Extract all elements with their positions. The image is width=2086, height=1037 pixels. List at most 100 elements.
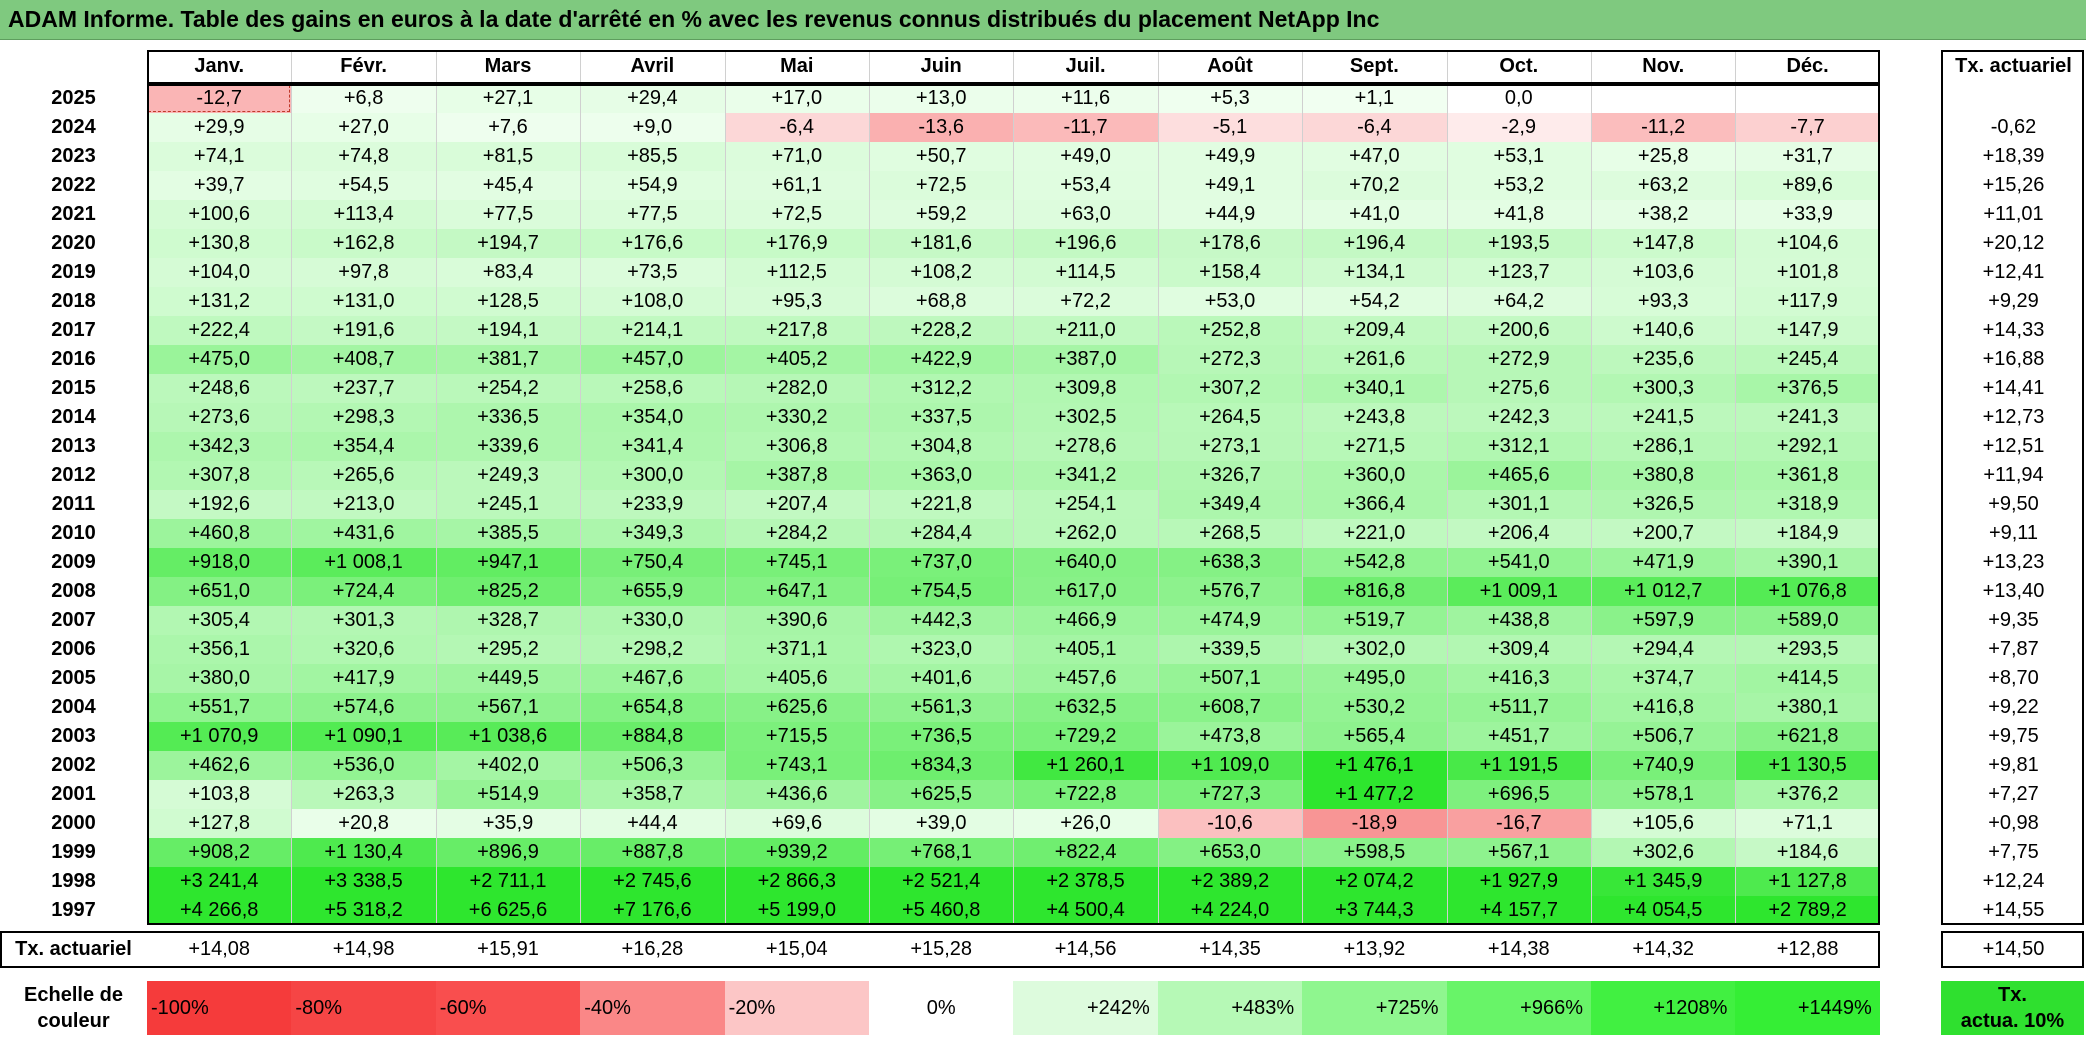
gain-cell: +147,9 [1735, 316, 1880, 345]
gain-cell: +103,6 [1591, 258, 1736, 287]
gain-cell: +387,8 [724, 461, 869, 490]
gain-cell: +286,1 [1591, 432, 1736, 461]
gain-cell: +184,6 [1735, 838, 1880, 867]
gain-cell: +309,4 [1446, 635, 1591, 664]
gain-cell: +376,5 [1735, 374, 1880, 403]
column-divider [1735, 50, 1737, 925]
gain-cell: +207,4 [724, 490, 869, 519]
year-label: 2024 [51, 116, 96, 138]
gain-cell: +5 460,8 [869, 896, 1014, 925]
gain-cell: +95,3 [724, 287, 869, 316]
gain-cell: +381,7 [435, 345, 581, 374]
gain-cell: +414,5 [1735, 664, 1880, 693]
gain-cell: +1 038,6 [435, 722, 581, 751]
legend-swatch: +1449% [1735, 981, 1880, 1035]
gain-cell: +6,8 [291, 84, 436, 113]
legend-rate-line2: actua. 10% [1960, 1010, 2065, 1032]
column-divider [291, 50, 293, 925]
gain-cell: +282,0 [724, 374, 869, 403]
gain-cell: +371,1 [724, 635, 869, 664]
gain-cell: +405,2 [724, 345, 869, 374]
gain-cell: +284,2 [724, 519, 869, 548]
gain-cell: +158,4 [1157, 258, 1303, 287]
year-label: 2022 [51, 174, 96, 196]
gain-cell: +176,9 [724, 229, 869, 258]
gain-cell: +4 266,8 [147, 896, 292, 925]
legend-rate-line1: Tx. [1998, 984, 2027, 1006]
gain-cell: +302,5 [1013, 403, 1158, 432]
gain-cell: +638,3 [1157, 548, 1303, 577]
gain-cell: +2 521,4 [869, 867, 1014, 896]
gain-cell: +475,0 [147, 345, 292, 374]
gain-cell: +349,3 [580, 519, 725, 548]
rate-cell: +9,75 [1988, 725, 2039, 747]
legend-swatch: -80% [291, 981, 436, 1035]
gain-cell: +360,0 [1302, 461, 1447, 490]
gain-cell: +83,4 [435, 258, 581, 287]
gain-cell: +339,5 [1157, 635, 1303, 664]
footer-rate-cell: +15,91 [477, 938, 539, 960]
gain-cell: +268,5 [1157, 519, 1303, 548]
gain-cell: +507,1 [1157, 664, 1303, 693]
gain-cell: +374,7 [1591, 664, 1736, 693]
gain-cell: -13,6 [869, 113, 1014, 142]
year-label: 2003 [51, 725, 96, 747]
year-label: 2018 [51, 290, 96, 312]
gain-cell: +302,6 [1591, 838, 1736, 867]
column-divider [724, 50, 726, 925]
rate-cell: +9,22 [1988, 696, 2039, 718]
gain-cell: +194,1 [435, 316, 581, 345]
legend-swatch: -20% [724, 981, 869, 1035]
gain-cell: -12,7 [147, 84, 292, 113]
gain-cell: +354,0 [580, 403, 725, 432]
gain-cell: +561,3 [869, 693, 1014, 722]
gain-cell: +608,7 [1157, 693, 1303, 722]
gain-cell: +71,1 [1735, 809, 1880, 838]
gain-cell: +366,4 [1302, 490, 1447, 519]
month-header: Juil. [1065, 55, 1106, 77]
gain-cell: +341,4 [580, 432, 725, 461]
gain-cell: +422,9 [869, 345, 1014, 374]
gain-cell: +41,8 [1446, 200, 1591, 229]
gain-cell: +20,8 [291, 809, 436, 838]
gain-cell: +73,5 [580, 258, 725, 287]
gain-cell [1591, 84, 1736, 113]
gain-cell: +918,0 [147, 548, 292, 577]
gain-cell: +4 500,4 [1013, 896, 1158, 925]
rate-cell: +20,12 [1982, 232, 2045, 254]
gain-cell: +72,5 [724, 200, 869, 229]
gain-cell: +385,5 [435, 519, 581, 548]
month-header: Mai [780, 55, 814, 77]
year-label: 2010 [51, 522, 96, 544]
gain-cell: -5,1 [1157, 113, 1303, 142]
year-label: 2008 [51, 580, 96, 602]
gain-cell: +184,9 [1735, 519, 1880, 548]
gain-cell: +194,7 [435, 229, 581, 258]
gain-cell: +457,6 [1013, 664, 1158, 693]
year-label: 2000 [51, 812, 96, 834]
gain-cell: +181,6 [869, 229, 1014, 258]
gain-cell: +100,6 [147, 200, 292, 229]
gain-cell: +1 476,1 [1302, 751, 1447, 780]
gain-cell: +1 260,1 [1013, 751, 1158, 780]
gain-cell: +1 090,1 [291, 722, 436, 751]
rate-cell: +9,11 [1988, 522, 2039, 544]
gain-cell: +273,1 [1157, 432, 1303, 461]
gain-cell: +53,0 [1157, 287, 1303, 316]
gain-cell: +737,0 [869, 548, 1014, 577]
gain-cell: +567,1 [1446, 838, 1591, 867]
gain-cell: +245,4 [1735, 345, 1880, 374]
gain-cell: +105,6 [1591, 809, 1736, 838]
gain-cell: +1 008,1 [291, 548, 436, 577]
gain-cell: +306,8 [724, 432, 869, 461]
gain-cell: +245,1 [435, 490, 581, 519]
gain-cell: +191,6 [291, 316, 436, 345]
gain-cell: +884,8 [580, 722, 725, 751]
gain-cell: +431,6 [291, 519, 436, 548]
footer-rate-cell: +12,88 [1776, 938, 1839, 960]
rate-cell: +13,40 [1982, 580, 2045, 602]
gain-cell: +449,5 [435, 664, 581, 693]
gain-cell: +727,3 [1157, 780, 1303, 809]
gain-cell: +722,8 [1013, 780, 1158, 809]
gain-cell: +74,1 [147, 142, 292, 171]
